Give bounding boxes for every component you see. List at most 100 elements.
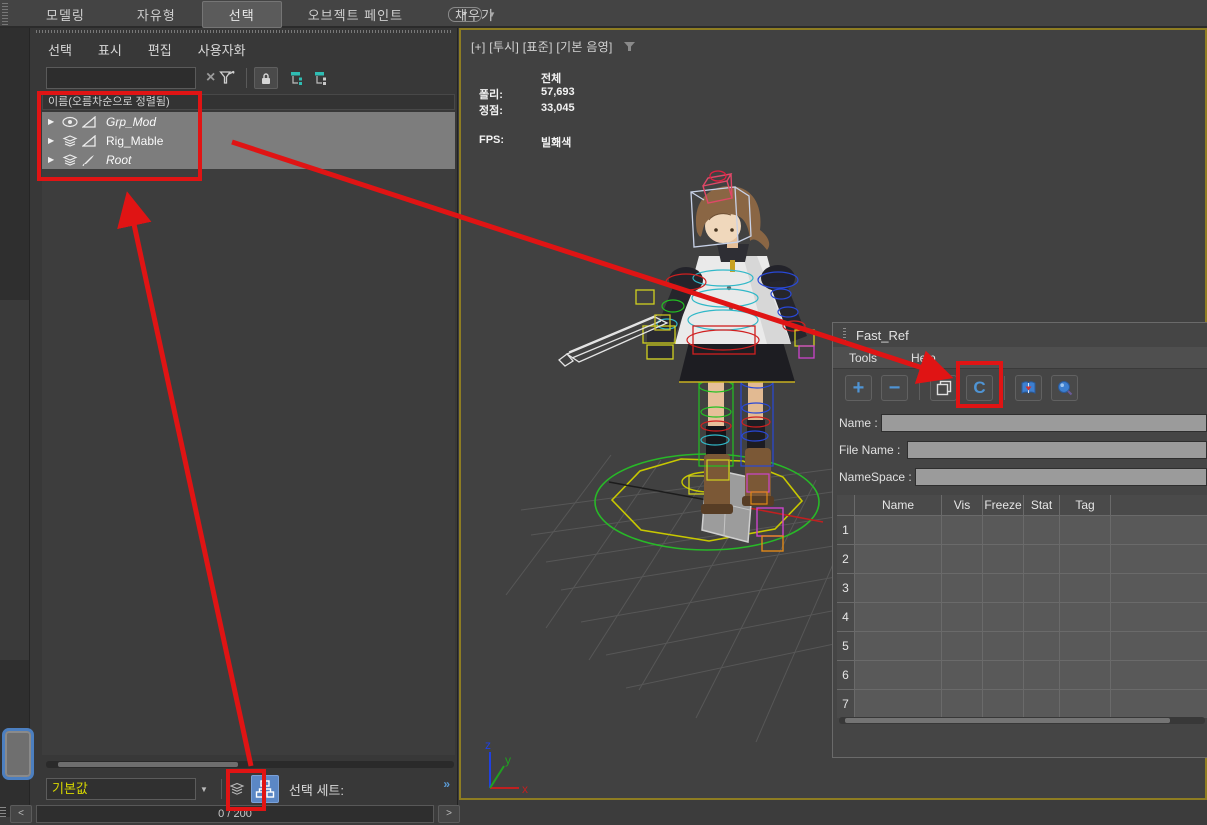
table-cell[interactable] bbox=[1024, 603, 1059, 631]
node-label[interactable]: Rig_Mable bbox=[106, 134, 163, 148]
expand-arrow-icon[interactable]: ▶ bbox=[48, 155, 58, 164]
tab-object-paint[interactable]: 오브젝트 페인트 bbox=[282, 2, 429, 27]
dialog-grip[interactable] bbox=[843, 328, 846, 342]
node-label[interactable]: Root bbox=[106, 153, 131, 167]
timeline-grip[interactable] bbox=[0, 807, 6, 819]
menu-select[interactable]: 선택 bbox=[48, 40, 72, 59]
table-cell[interactable] bbox=[983, 632, 1023, 660]
table-cell[interactable] bbox=[983, 574, 1023, 602]
table-cell[interactable] bbox=[1024, 690, 1059, 718]
corner-color-swatch[interactable] bbox=[2, 728, 34, 780]
table-cell[interactable] bbox=[942, 661, 982, 689]
table-cell[interactable] bbox=[855, 574, 941, 602]
table-cell[interactable] bbox=[1111, 690, 1207, 718]
scene-node-grp-mod[interactable]: ▶ Grp_Mod bbox=[42, 112, 455, 131]
table-cell[interactable] bbox=[1024, 545, 1059, 573]
previous-frame-button[interactable]: < bbox=[10, 805, 32, 823]
panel-grip[interactable] bbox=[36, 30, 451, 33]
merge-button[interactable] bbox=[930, 375, 957, 401]
expand-arrow-icon[interactable]: ▶ bbox=[48, 117, 58, 126]
clear-search-icon[interactable]: × bbox=[206, 69, 215, 87]
table-cell[interactable] bbox=[942, 603, 982, 631]
column-header-filename[interactable]: FileName bbox=[1111, 495, 1207, 515]
overflow-chevrons-icon[interactable]: » bbox=[443, 777, 450, 791]
table-cell[interactable] bbox=[1024, 516, 1059, 544]
next-frame-button[interactable]: > bbox=[438, 805, 460, 823]
frame-counter[interactable]: 0 / 200 bbox=[36, 805, 434, 823]
dialog-title-bar[interactable]: Fast_Ref bbox=[833, 323, 1207, 347]
menu-tools[interactable]: Tools bbox=[849, 351, 877, 365]
table-cell[interactable] bbox=[942, 574, 982, 602]
table-cell[interactable] bbox=[1060, 545, 1110, 573]
table-cell[interactable] bbox=[983, 603, 1023, 631]
table-cell[interactable] bbox=[1024, 574, 1059, 602]
eye-icon[interactable] bbox=[62, 116, 78, 128]
lock-icon[interactable] bbox=[254, 67, 278, 89]
row-number[interactable]: 7 bbox=[837, 690, 854, 718]
column-header-stat[interactable]: Stat bbox=[1024, 495, 1059, 515]
ribbon-minimize-control[interactable]: ▼ ▼ bbox=[448, 5, 518, 23]
viewport-label-text[interactable]: [+] [투시] [표준] [기본 음영] bbox=[471, 38, 613, 55]
selection-set-tree-button[interactable] bbox=[251, 775, 279, 803]
tab-modeling[interactable]: 모델링 bbox=[20, 2, 111, 27]
explorer-horizontal-scrollbar[interactable] bbox=[46, 761, 454, 768]
table-cell[interactable] bbox=[1111, 516, 1207, 544]
viewport-label[interactable]: [+] [투시] [표준] [기본 음영] bbox=[471, 38, 636, 55]
scene-node-root[interactable]: ▶ Root bbox=[42, 150, 455, 169]
table-cell[interactable] bbox=[942, 690, 982, 718]
filter-funnel-icon[interactable] bbox=[215, 67, 239, 89]
table-cell[interactable] bbox=[855, 545, 941, 573]
column-header-freeze[interactable]: Freeze bbox=[983, 495, 1023, 515]
table-cell[interactable] bbox=[1060, 632, 1110, 660]
column-header-name[interactable]: Name bbox=[855, 495, 941, 515]
column-header-vis[interactable]: Vis bbox=[942, 495, 982, 515]
table-cell[interactable] bbox=[983, 545, 1023, 573]
name-column-header[interactable]: 이름(오름차순으로 정렬됨) bbox=[42, 94, 455, 110]
add-button[interactable]: + bbox=[845, 375, 872, 401]
file-name-input[interactable] bbox=[907, 441, 1207, 459]
table-cell[interactable] bbox=[983, 661, 1023, 689]
table-cell[interactable] bbox=[942, 632, 982, 660]
copy-button[interactable]: C bbox=[966, 375, 993, 401]
table-cell[interactable] bbox=[855, 603, 941, 631]
row-number[interactable]: 4 bbox=[837, 603, 854, 631]
row-number[interactable]: 6 bbox=[837, 661, 854, 689]
tree-collapse-all-icon[interactable] bbox=[310, 67, 334, 89]
namespace-input[interactable] bbox=[915, 468, 1207, 486]
scene-node-rig-mable[interactable]: ▶ Rig_Mable bbox=[42, 131, 455, 150]
filter-funnel-icon[interactable] bbox=[623, 41, 636, 52]
row-number[interactable]: 2 bbox=[837, 545, 854, 573]
expand-arrow-icon[interactable]: ▶ bbox=[48, 136, 58, 145]
table-cell[interactable] bbox=[1060, 661, 1110, 689]
table-cell[interactable] bbox=[1024, 632, 1059, 660]
menu-edit[interactable]: 편집 bbox=[148, 40, 172, 59]
table-cell[interactable] bbox=[855, 632, 941, 660]
name-input[interactable] bbox=[881, 414, 1207, 432]
search-input[interactable] bbox=[46, 67, 196, 89]
row-number[interactable]: 5 bbox=[837, 632, 854, 660]
node-label[interactable]: Grp_Mod bbox=[106, 115, 156, 129]
table-horizontal-scrollbar[interactable] bbox=[839, 717, 1205, 724]
table-cell[interactable] bbox=[1060, 574, 1110, 602]
tab-selection[interactable]: 선택 bbox=[202, 1, 282, 28]
column-header-tag[interactable]: Tag bbox=[1060, 495, 1110, 515]
explorer-list-empty-area[interactable] bbox=[42, 169, 455, 755]
table-cell[interactable] bbox=[855, 516, 941, 544]
chevron-down-icon[interactable]: ▼ bbox=[200, 785, 208, 794]
table-cell[interactable] bbox=[1024, 661, 1059, 689]
tree-expand-all-icon[interactable] bbox=[286, 67, 310, 89]
remove-button[interactable]: − bbox=[881, 375, 908, 401]
import-button[interactable] bbox=[1015, 375, 1042, 401]
table-cell[interactable] bbox=[855, 690, 941, 718]
search-button[interactable] bbox=[1051, 375, 1078, 401]
layers-icon[interactable] bbox=[229, 782, 245, 796]
table-cell[interactable] bbox=[1060, 516, 1110, 544]
table-cell[interactable] bbox=[1111, 632, 1207, 660]
menu-customize[interactable]: 사용자화 bbox=[198, 40, 246, 59]
table-cell[interactable] bbox=[1060, 690, 1110, 718]
table-cell[interactable] bbox=[983, 516, 1023, 544]
preset-dropdown[interactable]: 기본값 bbox=[46, 778, 196, 800]
table-cell[interactable] bbox=[1111, 574, 1207, 602]
table-cell[interactable] bbox=[1060, 603, 1110, 631]
table-cell[interactable] bbox=[855, 661, 941, 689]
